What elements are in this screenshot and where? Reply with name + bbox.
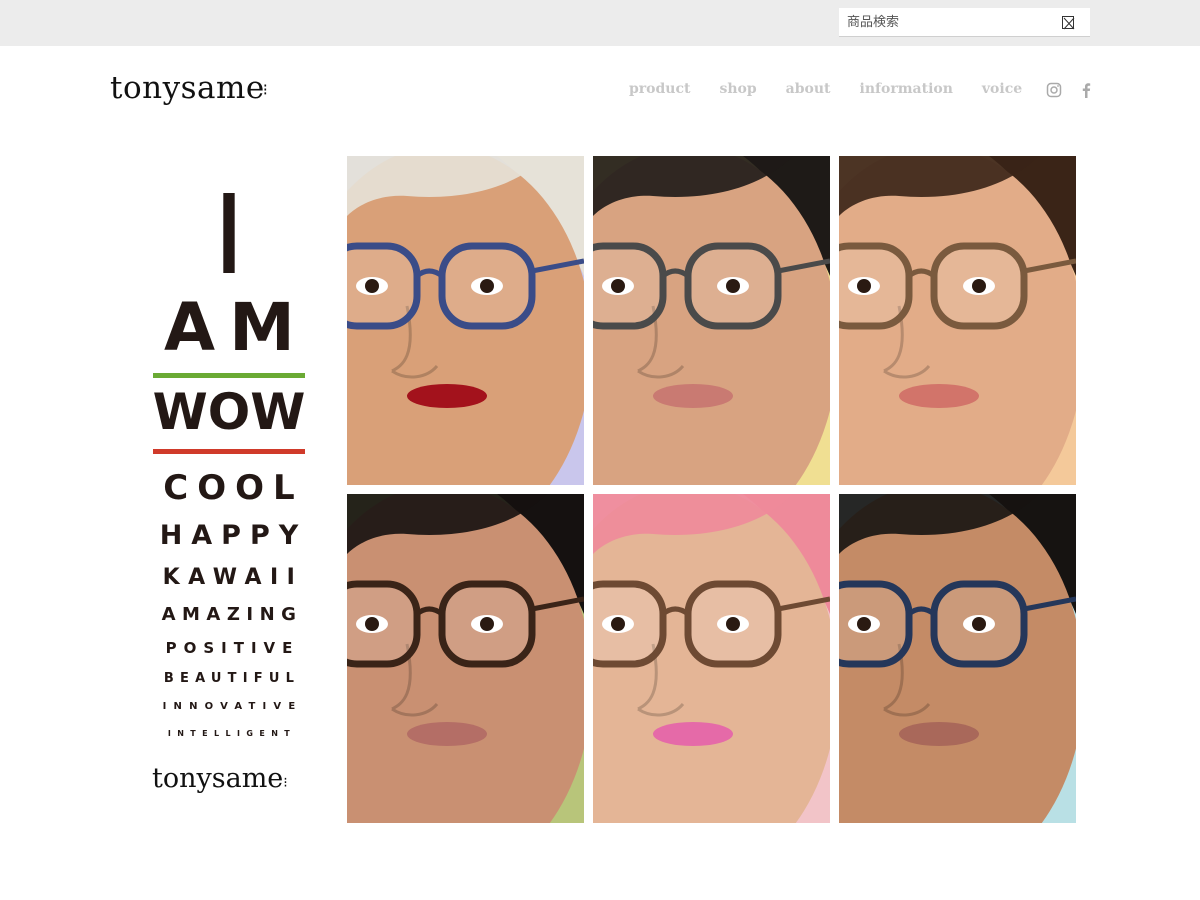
portrait-photo bbox=[839, 494, 1076, 823]
hero-word-intelligent: INTELLIGENT bbox=[167, 729, 297, 738]
hero-word-happy: HAPPY bbox=[159, 520, 308, 551]
portrait-photo bbox=[593, 494, 830, 823]
hero-brand-logo: tonysame⁝ bbox=[152, 763, 288, 794]
hero-word-i: I bbox=[217, 171, 241, 299]
nav-product[interactable]: product bbox=[629, 81, 690, 97]
green-divider bbox=[153, 373, 305, 378]
social-links bbox=[1046, 82, 1094, 98]
logo-mark-icon: ⁝ bbox=[262, 80, 269, 99]
hero-word-innovative: INNOVATIVE bbox=[162, 701, 303, 712]
site-logo-text: tonysame bbox=[110, 70, 265, 106]
nav-voice[interactable]: voice bbox=[982, 81, 1022, 97]
portrait-photo bbox=[593, 156, 830, 485]
portrait-grid bbox=[347, 156, 1077, 823]
hero-word-wow: WOW bbox=[152, 383, 306, 441]
portrait-tile[interactable] bbox=[593, 494, 830, 823]
hero-word-am: AM bbox=[164, 289, 309, 366]
portrait-photo bbox=[347, 494, 584, 823]
portrait-tile[interactable] bbox=[347, 156, 584, 485]
search-submit-icon[interactable] bbox=[1062, 16, 1075, 30]
search-box bbox=[839, 8, 1090, 37]
hero-word-positive: POSITIVE bbox=[165, 639, 300, 657]
logo-mark-icon: ⁝ bbox=[283, 775, 288, 791]
nav-information[interactable]: information bbox=[860, 81, 953, 97]
portrait-tile[interactable] bbox=[839, 156, 1076, 485]
hero-word-kawaii: KAWAII bbox=[162, 565, 304, 590]
site-logo[interactable]: tonysame⁝ bbox=[110, 70, 268, 106]
portrait-photo bbox=[347, 156, 584, 485]
hero-brand-text: tonysame bbox=[152, 763, 284, 794]
facebook-icon[interactable] bbox=[1078, 82, 1094, 98]
nav-about[interactable]: about bbox=[786, 81, 831, 97]
portrait-tile[interactable] bbox=[839, 494, 1076, 823]
red-divider bbox=[153, 449, 305, 454]
hero-word-amazing: AMAZING bbox=[161, 604, 303, 625]
main-nav: product shop about information voice bbox=[629, 81, 1051, 97]
instagram-icon[interactable] bbox=[1046, 82, 1062, 98]
top-bar bbox=[0, 0, 1200, 46]
portrait-tile[interactable] bbox=[593, 156, 830, 485]
nav-shop[interactable]: shop bbox=[719, 81, 756, 97]
portrait-tile[interactable] bbox=[347, 494, 584, 823]
portrait-photo bbox=[839, 156, 1076, 485]
hero-word-beautiful: BEAUTIFUL bbox=[163, 671, 301, 686]
hero-word-cool: COOL bbox=[163, 468, 304, 508]
search-input[interactable] bbox=[839, 8, 1054, 36]
